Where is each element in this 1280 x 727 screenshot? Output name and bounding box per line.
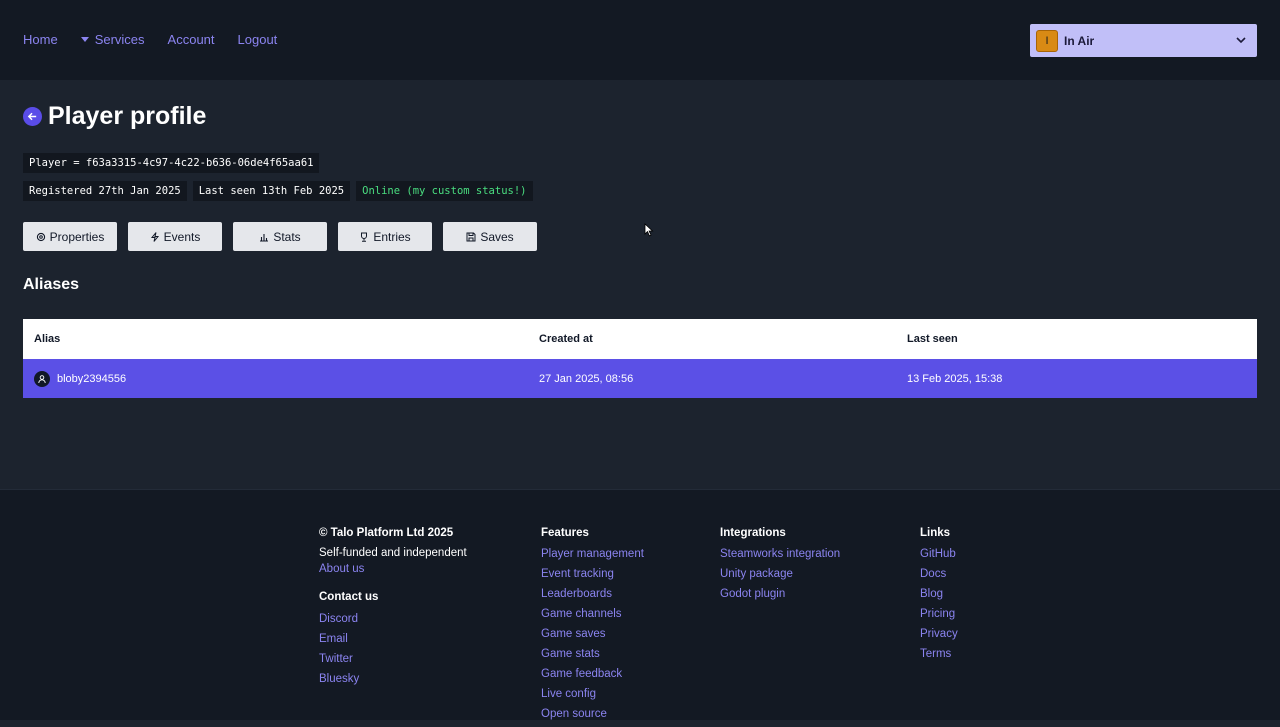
tab-stats[interactable]: Stats	[233, 222, 327, 251]
footer-discord-link[interactable]: Discord	[319, 612, 467, 626]
table-row[interactable]: bloby2394556 27 Jan 2025, 08:56 13 Feb 2…	[23, 359, 1257, 398]
floppy-disk-icon	[466, 232, 476, 241]
game-name: In Air	[1064, 33, 1095, 48]
footer-copyright: © Talo Platform Ltd 2025	[319, 527, 454, 539]
nav-links: Home Services Account Logout	[23, 32, 277, 47]
footer-pricing-link[interactable]: Pricing	[920, 607, 958, 621]
page-header: Player profile	[23, 102, 206, 131]
footer-github-link[interactable]: GitHub	[920, 547, 958, 561]
nav-logout-link[interactable]: Logout	[238, 32, 278, 47]
user-icon	[34, 370, 50, 387]
footer-about-link[interactable]: About us	[319, 562, 467, 576]
footer-feature-link[interactable]: Game feedback	[541, 667, 644, 681]
footer: © Talo Platform Ltd 2025 Self-funded and…	[0, 489, 1280, 720]
player-id-row: Player = f63a3315-4c97-4c22-b636-06de4f6…	[23, 153, 320, 173]
footer-integration-link[interactable]: Steamworks integration	[720, 547, 840, 561]
tab-saves[interactable]: Saves	[443, 222, 537, 251]
aliases-table: Alias Created at Last seen bloby2394556 …	[23, 319, 1257, 398]
nav-account-link[interactable]: Account	[168, 32, 215, 47]
footer-feature-link[interactable]: Event tracking	[541, 567, 644, 581]
aliases-heading: Aliases	[23, 276, 80, 293]
alias-name: bloby2394556	[57, 372, 127, 385]
footer-feature-link[interactable]: Game channels	[541, 607, 644, 621]
gear-icon	[36, 232, 45, 241]
footer-docs-link[interactable]: Docs	[920, 567, 958, 581]
lightning-icon	[150, 231, 159, 242]
footer-terms-link[interactable]: Terms	[920, 647, 958, 661]
tab-properties-label: Properties	[49, 229, 105, 244]
footer-feature-link[interactable]: Live config	[541, 687, 644, 701]
footer-feature-link[interactable]: Player management	[541, 547, 644, 561]
created-at-cell: 27 Jan 2025, 08:56	[539, 372, 634, 385]
arrow-left-icon	[27, 112, 37, 121]
footer-privacy-link[interactable]: Privacy	[920, 627, 958, 641]
footer-contact-heading: Contact us	[319, 591, 379, 603]
footer-bluesky-link[interactable]: Bluesky	[319, 672, 467, 686]
footer-feature-link[interactable]: Game saves	[541, 627, 644, 641]
footer-tagline: Self-funded and independent	[319, 547, 467, 559]
footer-feature-link[interactable]: Open source	[541, 707, 644, 721]
nav-services-link[interactable]: Services	[80, 32, 145, 47]
trophy-icon	[361, 232, 368, 242]
column-created-at: Created at	[539, 333, 593, 345]
top-nav: Home Services Account Logout I In Air	[0, 0, 1280, 80]
back-button[interactable]	[23, 107, 42, 126]
registered-badge: Registered 27th Jan 2025	[23, 181, 187, 201]
profile-tabs: Properties Events Stats Entries Saves	[23, 222, 537, 251]
page-title: Player profile	[48, 102, 207, 130]
footer-feature-link[interactable]: Leaderboards	[541, 587, 644, 601]
player-meta-row: Registered 27th Jan 2025 Last seen 13th …	[23, 181, 533, 201]
game-avatar: I	[1036, 29, 1058, 52]
table-header: Alias Created at Last seen	[23, 319, 1257, 359]
footer-company-column: © Talo Platform Ltd 2025 Self-funded and…	[319, 527, 467, 692]
online-status-badge: Online (my custom status!)	[356, 181, 533, 201]
game-switcher[interactable]: I In Air	[1030, 24, 1257, 57]
footer-links-heading: Links	[920, 527, 951, 539]
chevron-down-icon	[1236, 37, 1246, 44]
footer-integration-link[interactable]: Godot plugin	[720, 587, 840, 601]
footer-integrations-heading: Integrations	[720, 527, 786, 539]
tab-entries[interactable]: Entries	[338, 222, 432, 251]
tab-stats-label: Stats	[273, 229, 301, 244]
footer-features-column: Features Player management Event trackin…	[541, 527, 644, 727]
mouse-cursor-icon	[644, 223, 654, 237]
nav-services-label: Services	[94, 32, 145, 47]
player-id-badge: Player = f63a3315-4c97-4c22-b636-06de4f6…	[23, 153, 320, 173]
tab-properties[interactable]: Properties	[23, 222, 117, 251]
last-seen-badge: Last seen 13th Feb 2025	[192, 181, 351, 201]
caret-down-icon	[80, 37, 89, 42]
nav-home-link[interactable]: Home	[23, 32, 58, 47]
footer-email-link[interactable]: Email	[319, 632, 467, 646]
tab-events-label: Events	[163, 229, 201, 244]
last-seen-cell: 13 Feb 2025, 15:38	[907, 372, 1003, 385]
footer-feature-link[interactable]: Game stats	[541, 647, 644, 661]
tab-events[interactable]: Events	[128, 222, 222, 251]
alias-cell: bloby2394556	[23, 370, 539, 387]
bar-chart-icon	[260, 233, 269, 242]
footer-twitter-link[interactable]: Twitter	[319, 652, 467, 666]
footer-links-column: Links GitHub Docs Blog Pricing Privacy T…	[920, 527, 958, 667]
tab-entries-label: Entries	[373, 229, 411, 244]
tab-saves-label: Saves	[480, 229, 514, 244]
footer-integrations-column: Integrations Steamworks integration Unit…	[720, 527, 840, 607]
footer-integration-link[interactable]: Unity package	[720, 567, 840, 581]
footer-blog-link[interactable]: Blog	[920, 587, 958, 601]
column-alias: Alias	[34, 333, 61, 345]
footer-features-heading: Features	[541, 527, 589, 539]
column-last-seen: Last seen	[907, 333, 958, 345]
